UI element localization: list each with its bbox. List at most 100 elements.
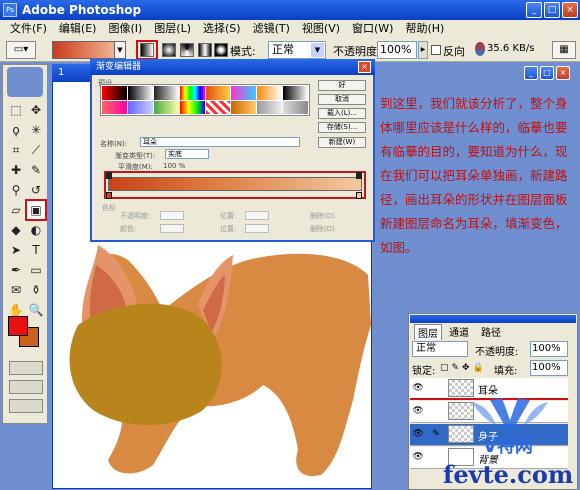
history-brush-icon[interactable]: ↺ (27, 181, 45, 199)
menu-file[interactable]: 文件(F) (4, 20, 53, 38)
move-tool-icon[interactable]: ✥ (27, 101, 45, 119)
dialog-close-icon[interactable]: × (358, 61, 371, 73)
tab-layers[interactable]: 图层 (414, 324, 442, 340)
lock-icons[interactable]: ▢✎✥🔒 (440, 363, 487, 373)
opacity-stop-right[interactable] (356, 172, 362, 179)
close-button[interactable]: × (562, 2, 578, 18)
preset-swatch[interactable] (153, 86, 179, 100)
tab-channels[interactable]: 通道 (446, 324, 472, 339)
reverse-checkbox[interactable] (431, 45, 441, 55)
jump-to-imageready-icon[interactable] (9, 399, 43, 413)
stop-opacity-field[interactable] (160, 211, 184, 220)
preset-swatch[interactable] (205, 100, 231, 114)
marquee-tool-icon[interactable]: ⬚ (7, 101, 25, 119)
doc-maximize-button[interactable]: □ (540, 66, 554, 80)
tool-preset-picker[interactable]: ▭▾ (6, 41, 36, 59)
brush-tool-icon[interactable]: ✎ (27, 161, 45, 179)
opacity-input[interactable]: 100% (377, 41, 417, 59)
gradient-type-select[interactable]: 实底 (165, 149, 209, 159)
preset-swatch[interactable] (153, 100, 179, 114)
stop-location-field[interactable] (245, 211, 269, 220)
stop-color-field[interactable] (160, 224, 184, 233)
load-button[interactable]: 载入(L)... (318, 108, 366, 119)
eye-icon[interactable]: 👁 (410, 378, 426, 398)
gradient-tool-icon[interactable]: ▣ (25, 199, 47, 221)
color-stop-left[interactable] (106, 192, 112, 199)
radial-gradient-icon[interactable] (162, 43, 176, 57)
type-tool-icon[interactable]: T (27, 241, 45, 259)
slice-tool-icon[interactable]: ⟋ (27, 141, 45, 159)
menu-filter[interactable]: 滤镜(T) (247, 20, 296, 38)
new-gradient-button[interactable]: 新建(W) (318, 137, 366, 148)
palette-well-icon[interactable]: ▦ (552, 41, 576, 59)
opacity-stop-left[interactable] (106, 172, 112, 179)
diamond-gradient-icon[interactable] (214, 43, 228, 57)
pen-tool-icon[interactable]: ✒ (7, 261, 25, 279)
stop-delete-button[interactable]: 删除(D) (310, 211, 335, 221)
color-stop-right[interactable] (356, 192, 362, 199)
crop-tool-icon[interactable]: ⌗ (7, 141, 25, 159)
menu-select[interactable]: 选择(S) (197, 20, 247, 38)
menu-help[interactable]: 帮助(H) (399, 20, 450, 38)
path-select-icon[interactable]: ➤ (7, 241, 25, 259)
angle-gradient-icon[interactable] (180, 43, 194, 57)
maximize-button[interactable]: □ (544, 2, 560, 18)
ok-button[interactable]: 好 (318, 80, 366, 91)
shape-tool-icon[interactable]: ▭ (27, 261, 45, 279)
blur-tool-icon[interactable]: ◆ (7, 221, 25, 239)
menu-view[interactable]: 视图(V) (296, 20, 346, 38)
preset-swatch[interactable] (102, 86, 127, 100)
foreground-color-swatch[interactable] (8, 316, 28, 336)
preset-swatch[interactable] (257, 86, 283, 100)
screen-mode-icon[interactable] (9, 380, 43, 394)
eye-icon[interactable]: 👁 (410, 447, 426, 467)
doc-minimize-button[interactable]: _ (524, 66, 538, 80)
preset-swatch[interactable] (127, 100, 153, 114)
eraser-tool-icon[interactable]: ▱ (7, 201, 25, 219)
gradient-bar[interactable] (108, 177, 362, 191)
magic-wand-tool-icon[interactable]: ✳ (27, 121, 45, 139)
lasso-tool-icon[interactable]: ϙ (7, 121, 25, 139)
layer-opacity-input[interactable]: 100% (530, 341, 568, 357)
tab-paths[interactable]: 路径 (478, 324, 504, 339)
healing-brush-icon[interactable]: ✚ (7, 161, 25, 179)
cancel-button[interactable]: 取消 (318, 94, 366, 105)
dodge-tool-icon[interactable]: ◐ (27, 221, 45, 239)
preset-swatch[interactable] (179, 86, 205, 100)
stop-color-delete-button[interactable]: 删除(D) (310, 224, 335, 234)
eyedropper-tool-icon[interactable]: ⚱ (27, 281, 45, 299)
zoom-tool-icon[interactable]: 🔍 (27, 301, 45, 319)
quick-mask-icon[interactable] (9, 361, 43, 375)
preset-swatch[interactable] (205, 86, 231, 100)
stop-color-location-field[interactable] (245, 224, 269, 233)
stamp-tool-icon[interactable]: ⚲ (7, 181, 25, 199)
preset-swatch[interactable] (283, 86, 308, 100)
preset-swatch[interactable] (231, 86, 257, 100)
preset-swatch[interactable] (102, 100, 127, 114)
fill-input[interactable]: 100% (530, 360, 568, 376)
preset-swatch[interactable] (283, 100, 308, 114)
save-button[interactable]: 存储(S)... (318, 122, 366, 133)
menu-bar: 文件(F) 编辑(E) 图像(I) 图层(L) 选择(S) 滤镜(T) 视图(V… (0, 20, 580, 38)
doc-close-button[interactable]: × (556, 66, 570, 80)
minimize-button[interactable]: _ (526, 2, 542, 18)
notes-tool-icon[interactable]: ✉ (7, 281, 25, 299)
menu-window[interactable]: 窗口(W) (346, 20, 399, 38)
smoothness-value[interactable]: 100 % (163, 162, 185, 170)
menu-layer[interactable]: 图层(L) (148, 20, 197, 38)
linear-gradient-icon[interactable] (140, 43, 154, 57)
eye-icon[interactable]: 👁 (410, 424, 426, 444)
layer-blend-select[interactable]: 正常 (412, 341, 468, 357)
preset-swatch[interactable] (127, 86, 153, 100)
gradient-name-field[interactable]: 耳朵 (140, 137, 300, 147)
gradient-dropdown-arrow[interactable]: ▼ (114, 41, 126, 59)
menu-edit[interactable]: 编辑(E) (53, 20, 103, 38)
mode-select[interactable]: 正常 (268, 41, 326, 59)
preset-swatch[interactable] (179, 100, 205, 114)
opacity-arrow-icon[interactable]: ▶ (418, 41, 428, 59)
menu-image[interactable]: 图像(I) (102, 20, 148, 38)
eye-icon[interactable]: 👁 (410, 401, 426, 421)
reflected-gradient-icon[interactable] (198, 43, 212, 57)
preset-swatch[interactable] (257, 100, 283, 114)
preset-swatch[interactable] (231, 100, 257, 114)
